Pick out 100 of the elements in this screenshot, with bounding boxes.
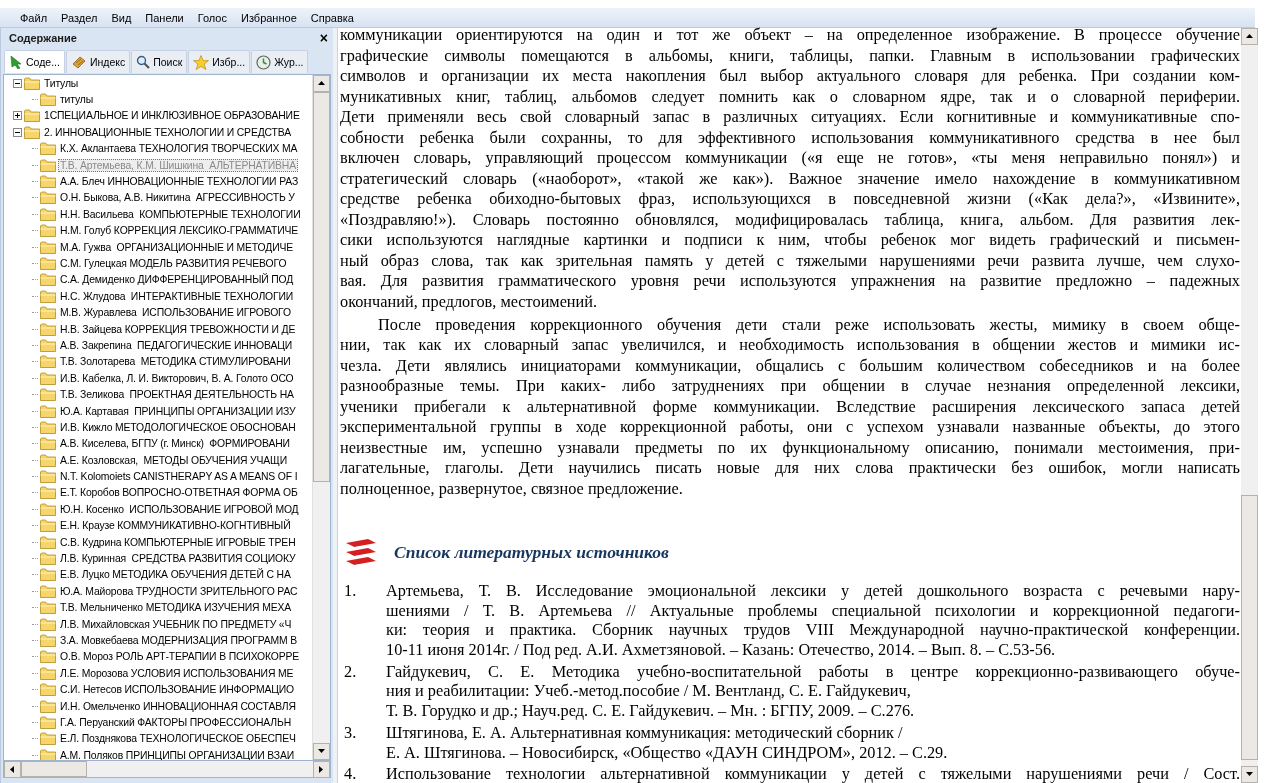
folder-icon <box>40 420 56 434</box>
scroll-right-button[interactable] <box>313 761 330 778</box>
text-line: После проведения коррекционного обучения дети стали реже использовать жесты, мимику в своем обще- <box>377 314 1240 335</box>
menu-item[interactable]: Раздел <box>55 9 104 26</box>
menu-item[interactable]: Голос <box>191 9 233 26</box>
menu-item[interactable]: Вид <box>105 9 138 26</box>
folder-icon <box>40 502 56 516</box>
text-line: Дети применяли весь свой словарный запас в различных ситуациях. Если когнитивные и коммуникативные спо- <box>340 107 1240 128</box>
menu-item[interactable]: Избранное <box>235 9 303 26</box>
collapse-icon[interactable] <box>13 78 22 88</box>
folder-icon <box>24 109 40 123</box>
tree-item[interactable]: Н.С. Жлудова ИНТЕРАКТИВНЫЕ ТЕХНОЛОГИИ <box>58 289 296 303</box>
expand-icon[interactable] <box>13 111 22 121</box>
collapse-icon[interactable] <box>13 127 22 137</box>
scroll-thumb[interactable] <box>313 92 330 482</box>
scroll-up-button[interactable] <box>1241 28 1258 45</box>
tree-item[interactable]: И.В. Кабелка, Л. И. Викторович, В. А. Голото ОСО <box>58 371 296 385</box>
tree-item[interactable]: Е.В. Луцко МЕТОДИКА ОБУЧЕНИЯ ДЕТЕЙ С НА <box>58 568 293 582</box>
tree-item[interactable]: Е.Т. Коробов ВОПРОСНО-ОТВЕТНАЯ ФОРМА ОБ <box>58 486 300 500</box>
text-line: Гайдукевич, С. Е. Методика учебно-воспитательной работы в центре коррекционно-развивающего обуче- <box>386 661 1240 682</box>
section-heading: Список литературных источников <box>394 541 669 563</box>
tree-item[interactable]: А.В. Закрепина ПЕДАГОГИЧЕСКИЕ ИННОВАЦИ <box>58 338 295 352</box>
tab[interactable]: Соде... <box>4 50 65 73</box>
triangle-icon <box>1245 770 1254 779</box>
tree-item[interactable]: И.Н. Омельченко ИННОВАЦИОННАЯ СОСТАВЛЯ <box>58 699 298 713</box>
tree-item[interactable]: С.И. Нетесов ИСПОЛЬЗОВАНИЕ ИНФОРМАЦИО <box>58 683 296 697</box>
tab[interactable]: Индекс <box>65 50 131 73</box>
tree-item[interactable]: О.Н. Быкова, А.В. Никитина АГРЕССИВНОСТЬ У <box>58 191 297 205</box>
tree-item[interactable]: С.В. Кудрина КОМПЬЮТЕРНЫЕ ИГРОВЫЕ ТРЕН <box>58 535 298 549</box>
folder-icon <box>40 453 56 467</box>
text-line: нии, так как их словарный запас увеличился, и необходимость использования в общении жестов и мимики ис- <box>340 335 1240 356</box>
scrollbar[interactable] <box>3 761 331 778</box>
tree-item[interactable]: Л.Е. Морозова УСЛОВИЯ ИСПОЛЬЗОВАНИЯ МЕ <box>58 666 296 680</box>
folder-icon <box>40 715 56 729</box>
tree-item[interactable]: Т.В. Зеликова ПРОЕКТНАЯ ДЕЯТЕЛЬНОСТЬ НА <box>58 388 296 402</box>
tab[interactable]: Избр... <box>188 50 251 73</box>
tree-item[interactable]: З.А. Мовкебаева МОДЕРНИЗАЦИЯ ПРОГРАММ В <box>58 633 300 647</box>
tree-item[interactable]: А.Е. Козловская, МЕТОДЫ ОБУЧЕНИЯ УЧАЩИ <box>58 453 290 467</box>
scroll-up-button[interactable] <box>313 75 330 92</box>
tree-item[interactable]: С.А. Демиденко ДИФФЕРЕНЦИРОВАННЫЙ ПОД <box>58 273 296 287</box>
folder-icon <box>40 601 56 615</box>
tree-item[interactable]: Ю.Н. Косенко ИСПОЛЬЗОВАНИЕ ИГРОВОЙ МОД <box>58 502 301 516</box>
folder-icon <box>40 306 56 320</box>
tree-item[interactable]: И.В. Кижло МЕТОДОЛОГИЧЕСКОЕ ОБОСНОВАН <box>58 420 298 434</box>
text-line: ный образ слова, так как зрительная память у детей с тяжелыми нарушениями речи развита лучше, чем слухо- <box>340 250 1240 271</box>
menu-item[interactable]: Файл <box>14 9 54 26</box>
tree-item[interactable]: Н.Н. Васильева КОМПЬЮТЕРНЫЕ ТЕХНОЛОГИИ <box>58 207 303 221</box>
tree-item[interactable]: Л.В. Куринная СРЕДСТВА РАЗВИТИЯ СОЦИОКУ <box>58 552 298 565</box>
tree-item[interactable]: Е.Л. Позднякова ТЕХНОЛОГИЧЕСКОЕ ОБЕСПЕЧ <box>58 732 298 746</box>
tree-item[interactable]: Г.А. Перуанский ФАКТОРЫ ПРОФЕССИОНАЛЬН <box>58 715 294 729</box>
tree-item[interactable]: А.А. Блеч ИННОВАЦИОННЫЕ ТЕХНОЛОГИИ РАЗ <box>58 175 300 189</box>
tree-item[interactable]: Т.В. Мельниченко МЕТОДИКА ИЗУЧЕНИЯ МЕХА <box>58 601 293 615</box>
scroll-thumb[interactable] <box>1241 495 1258 760</box>
menu-item[interactable]: Справка <box>304 9 360 26</box>
menu-item[interactable]: Панели <box>139 9 190 26</box>
tree-item[interactable]: Ю.А. Картавая ПРИНЦИПЫ ОРГАНИЗАЦИИ ИЗУ <box>58 404 298 418</box>
tree-item[interactable]: 2. ИННОВАЦИОННЫЕ ТЕХНОЛОГИИ И СРЕДСТВА <box>42 125 293 139</box>
tree-item[interactable]: М.В. Журавлева ИСПОЛЬЗОВАНИЕ ИГРОВОГО <box>58 306 293 320</box>
close-button[interactable]: × <box>319 31 328 45</box>
tree-item[interactable]: А.М. Поляков ПРИНЦИПЫ ОРГАНИЗАЦИИ ВЗАИ <box>58 748 296 760</box>
tree-item[interactable]: Н.М. Голуб КОРРЕКЦИЯ ЛЕКСИКО-ГРАММАТИЧЕ <box>58 224 301 238</box>
list-number: 4. <box>343 764 358 783</box>
text-line: графические символы помещаются в альбомы, книги, таблицы, папки. Главным в использовании графических <box>340 45 1240 66</box>
folder-icon <box>40 338 56 352</box>
folder-icon <box>40 568 56 582</box>
folder-icon <box>40 617 56 631</box>
text-line: сики используются наглядные картинки и подписи к ним, чтобы ребенок мог видеть графический и письмен- <box>340 230 1240 251</box>
folder-icon <box>24 125 40 139</box>
scrollbar[interactable] <box>1241 28 1258 783</box>
scroll-down-button[interactable] <box>313 743 330 760</box>
tree-item[interactable]: Т.В. Золотарева МЕТОДИКА СТИМУЛИРОВАНИ <box>58 355 293 369</box>
tree-item[interactable]: О.В. Мороз РОЛЬ АРТ-ТЕРАПИИ В ПСИХОКОРРЕ <box>58 650 302 664</box>
tree-item[interactable]: К.Х. Аклантаева ТЕХНОЛОГИЯ ТВОРЧЕСКИХ МА <box>58 142 300 156</box>
folder-icon <box>40 552 56 565</box>
tree-item[interactable]: М.А. Гужва ОРГАНИЗАЦИОННЫЕ И МЕТОДИЧЕ <box>58 240 296 254</box>
text-line: окончаний, предлогов, местоимений. <box>340 291 599 312</box>
text-line: полноценное, развернутое, связное предложение. <box>340 478 684 499</box>
folder-icon <box>40 224 56 238</box>
tree-item[interactable]: С.М. Гулецкая МОДЕЛЬ РАЗВИТИЯ РЕЧЕВОГО <box>58 257 289 270</box>
folder-icon <box>40 519 56 533</box>
folder-icon <box>40 699 56 713</box>
tree-item[interactable]: А.В. Киселева, БГПУ (г. Минск) ФОРМИРОВАНИ <box>58 437 292 451</box>
list-number: 1. <box>343 581 358 602</box>
text-line: Использование технологии альтернативной коммуникации у детей с тяжелыми нарушениями речи / Сост. <box>386 764 1240 783</box>
scroll-thumb[interactable] <box>21 761 87 777</box>
tree-item[interactable]: Н.В. Зайцева КОРРЕКЦИЯ ТРЕВОЖНОСТИ И ДЕ <box>58 322 298 336</box>
tree-item[interactable]: Ю.А. Майорова ТРУДНОСТИ ЗРИТЕЛЬНОГО РАС <box>58 584 300 598</box>
text-line: вая. Для развития грамматического уровня речи используются упражнения на развитие предложно – падежных <box>340 271 1240 292</box>
text-line: символов и организации их места накопления был выбор актуального словаря для ребенка. При создании ком- <box>340 66 1240 87</box>
text-line: стратегический словарь («наоборот», «такой же как»). Важное значение имело нахождение в коммуникативном <box>340 168 1240 189</box>
tab[interactable]: Поиск <box>131 50 188 73</box>
tree-item[interactable]: N.T. Kolomoiets CANISTHERAPY AS A MEANS OF I <box>58 470 300 484</box>
tab[interactable]: Жур... <box>251 50 309 73</box>
scroll-down-button[interactable] <box>1241 766 1258 783</box>
tree-item[interactable]: Л.В. Михайловская УЧЕБНИК ПО ПРЕДМЕТУ «Ч <box>58 617 294 631</box>
tree-item[interactable]: Титулы <box>42 76 81 90</box>
tree-item[interactable]: титулы <box>58 93 96 107</box>
scroll-left-button[interactable] <box>4 761 21 778</box>
tree-item[interactable]: 1СПЕЦИАЛЬНОЕ И ИНКЛЮЗИВНОЕ ОБРАЗОВАНИЕ <box>42 109 302 123</box>
tree-item[interactable]: Е.Н. Краузе КОММУНИКАТИВНО-КОГНТИВНЫЙ <box>58 519 293 533</box>
